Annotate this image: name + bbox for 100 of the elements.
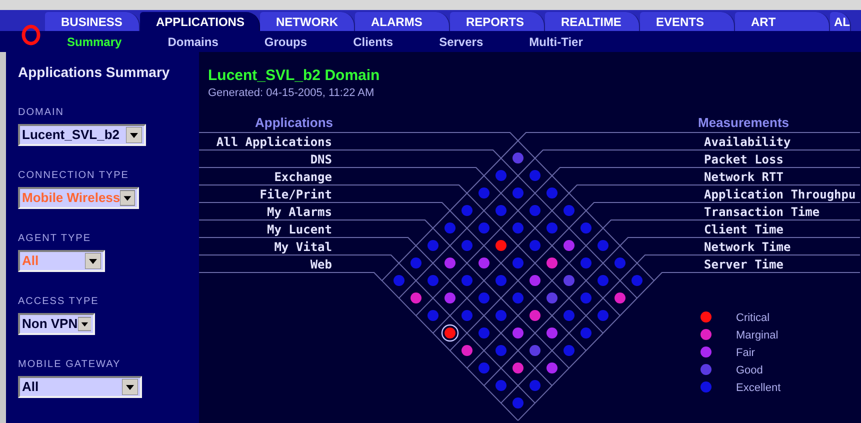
status-dot[interactable] (512, 258, 524, 268)
status-dot[interactable] (530, 275, 540, 286)
dropdown-arrow-icon[interactable] (78, 316, 91, 332)
status-dot[interactable] (564, 240, 574, 251)
sub-tab[interactable]: Clients (353, 32, 394, 50)
sub-tab[interactable]: Groups (264, 32, 308, 50)
status-dot[interactable] (632, 275, 642, 286)
application-label[interactable]: Web (310, 258, 332, 272)
status-dot[interactable] (496, 240, 506, 251)
dropdown[interactable]: All (18, 376, 142, 398)
measurement-label[interactable]: Network RTT (704, 170, 784, 184)
application-label[interactable]: My Alarms (266, 205, 332, 219)
status-dot[interactable] (512, 222, 524, 234)
status-dot[interactable] (598, 310, 608, 321)
nav-tab[interactable]: AL (830, 12, 851, 31)
status-dot[interactable] (428, 310, 438, 321)
nav-tab[interactable]: REPORTS (450, 12, 545, 31)
status-dot[interactable] (410, 258, 422, 268)
dropdown-arrow-icon[interactable] (122, 379, 138, 395)
status-dot[interactable] (530, 310, 540, 321)
sub-tab[interactable]: Multi-Tier (529, 32, 583, 50)
status-dot[interactable] (478, 222, 490, 234)
status-dot[interactable] (496, 345, 506, 356)
status-dot[interactable] (564, 310, 574, 321)
status-dot[interactable] (428, 275, 438, 286)
measurement-label[interactable]: Client Time (704, 222, 784, 236)
status-dot[interactable] (530, 205, 540, 216)
application-label[interactable]: My Vital (274, 240, 332, 254)
status-dot[interactable] (462, 345, 472, 356)
status-dot[interactable] (512, 328, 524, 338)
measurement-label[interactable]: Application Throughpu (704, 188, 856, 202)
status-dot[interactable] (496, 380, 506, 391)
nav-tab[interactable]: APPLICATIONS (140, 12, 260, 31)
nav-tab[interactable]: ALARMS (355, 12, 450, 31)
status-dot[interactable] (530, 170, 540, 181)
status-dot[interactable] (546, 222, 558, 234)
status-dot[interactable] (462, 240, 472, 251)
sub-tab[interactable]: Servers (439, 32, 484, 50)
status-dot[interactable] (444, 292, 456, 304)
sub-tab[interactable]: Domains (168, 32, 218, 50)
status-dot[interactable] (546, 362, 558, 374)
status-dot[interactable] (598, 275, 608, 286)
status-dot[interactable] (478, 292, 490, 304)
status-dot[interactable] (598, 240, 608, 251)
status-dot[interactable] (496, 275, 506, 286)
sub-tab[interactable]: Summary (67, 32, 122, 50)
dropdown-arrow-icon[interactable] (120, 190, 135, 206)
status-dot[interactable] (614, 258, 626, 268)
measurement-label[interactable]: Server Time (704, 258, 784, 272)
status-dot[interactable] (530, 380, 540, 391)
measurement-label[interactable]: Availability (704, 135, 791, 149)
dropdown[interactable]: Lucent_SVL_b2 (18, 124, 146, 146)
status-dot[interactable] (546, 188, 558, 198)
measurement-label[interactable]: Packet Loss (704, 152, 784, 166)
nav-tab[interactable]: NETWORK (260, 12, 355, 31)
status-dot[interactable] (580, 328, 592, 338)
status-dot[interactable] (496, 170, 506, 181)
application-label[interactable]: All Applications (216, 135, 332, 149)
dropdown-arrow-icon[interactable] (126, 127, 142, 143)
status-dot[interactable] (394, 275, 404, 286)
status-dot[interactable] (564, 275, 574, 286)
status-dot[interactable] (564, 205, 574, 216)
status-dot[interactable] (580, 222, 592, 234)
status-dot[interactable] (546, 292, 558, 304)
status-dot[interactable] (546, 258, 558, 268)
dropdown-arrow-icon[interactable] (85, 253, 101, 269)
status-dot[interactable] (530, 345, 540, 356)
nav-tab[interactable]: REALTIME (545, 12, 640, 31)
status-dot[interactable] (580, 258, 592, 268)
status-dot[interactable] (444, 258, 456, 268)
application-label[interactable]: DNS (310, 152, 332, 166)
nav-tab[interactable]: EVENTS (640, 12, 735, 31)
status-dot[interactable] (428, 240, 438, 251)
status-dot[interactable] (614, 292, 626, 304)
status-dot[interactable] (478, 328, 490, 338)
status-dot[interactable] (478, 258, 490, 268)
status-dot[interactable] (530, 240, 540, 251)
status-dot[interactable] (462, 205, 472, 216)
dropdown[interactable]: Non VPN (18, 313, 95, 335)
status-dot[interactable] (462, 310, 472, 321)
status-dot[interactable] (512, 362, 524, 374)
status-dot[interactable] (462, 275, 472, 286)
application-label[interactable]: My Lucent (266, 222, 332, 236)
status-dot[interactable] (478, 362, 490, 374)
status-dot[interactable] (410, 292, 422, 304)
status-dot[interactable] (512, 398, 524, 408)
status-dot[interactable] (580, 292, 592, 304)
status-dot[interactable] (512, 188, 524, 198)
nav-tab[interactable]: BUSINESS (45, 12, 140, 31)
measurement-label[interactable]: Network Time (704, 240, 791, 254)
status-dot[interactable] (564, 345, 574, 356)
measurement-label[interactable]: Transaction Time (704, 205, 820, 219)
status-dot[interactable] (444, 222, 456, 234)
status-dot[interactable] (546, 328, 558, 338)
status-dot[interactable] (441, 324, 459, 342)
status-dot[interactable] (496, 205, 506, 216)
status-dot[interactable] (512, 292, 524, 304)
status-dot[interactable] (496, 310, 506, 321)
application-label[interactable]: File/Print (260, 188, 332, 202)
application-label[interactable]: Exchange (274, 170, 332, 184)
